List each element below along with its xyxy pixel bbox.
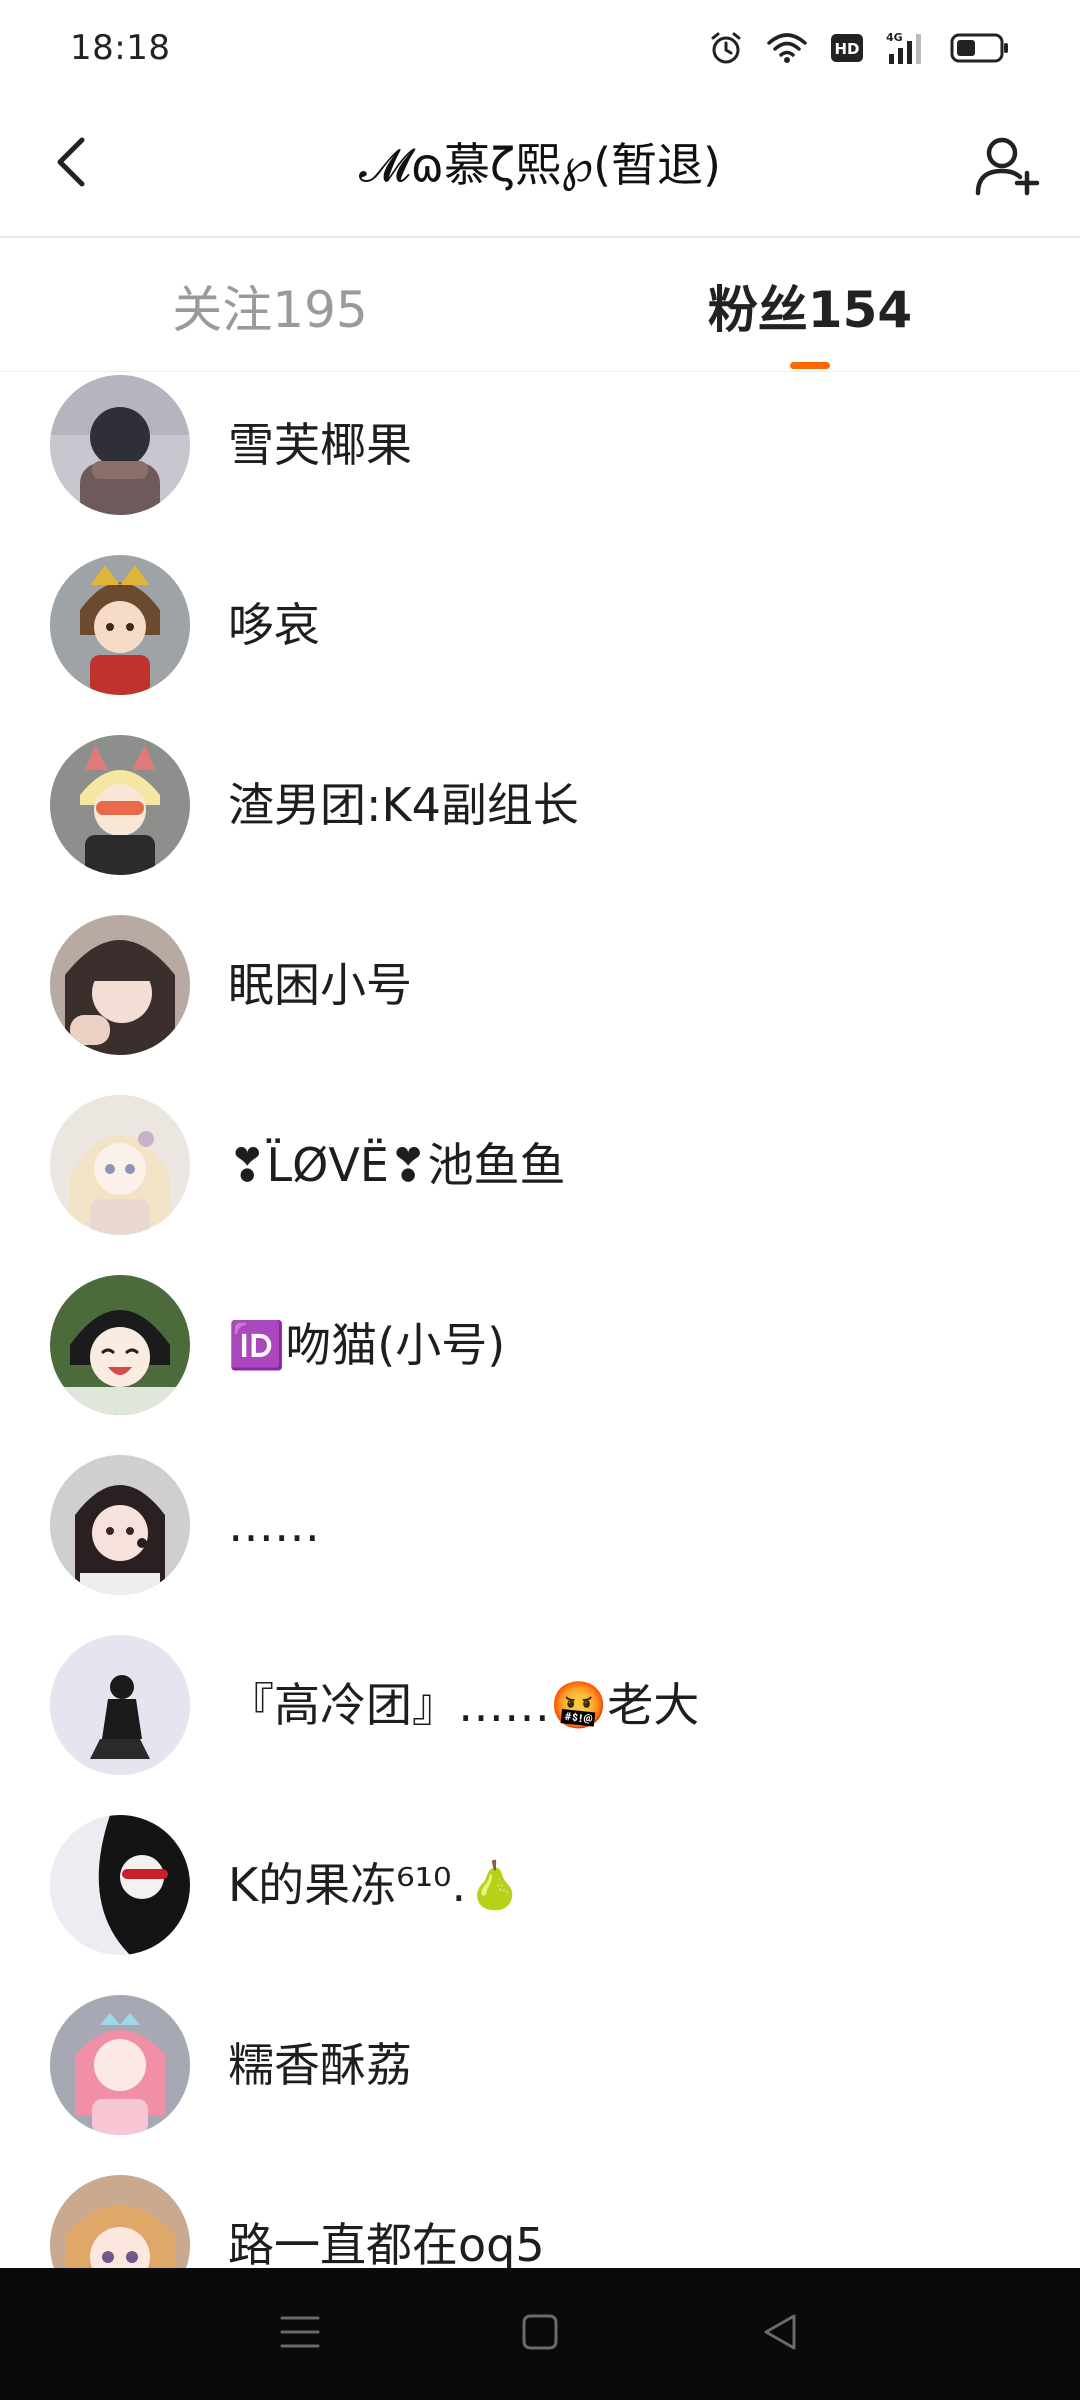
status-bar: 18:18 HD 4G (0, 0, 1080, 96)
user-name: 🆔吻猫(小号) (228, 1318, 506, 1372)
tab-followers[interactable]: 粉丝154 (540, 240, 1080, 372)
user-name: 『高冷团』……🤬老大 (228, 1678, 700, 1732)
user-name: 哆哀 (228, 598, 320, 652)
avatar[interactable] (50, 1815, 190, 1955)
avatar[interactable] (50, 2175, 190, 2268)
avatar[interactable] (50, 1455, 190, 1595)
system-nav-bar (0, 2268, 1080, 2400)
home-icon (520, 2312, 560, 2356)
active-tab-indicator (790, 362, 830, 369)
wifi-icon (766, 31, 808, 65)
chevron-left-icon (52, 134, 92, 194)
list-item[interactable]: K的果冻⁶¹⁰.🍐 (0, 1795, 1080, 1975)
tab-following[interactable]: 关注195 (0, 240, 540, 372)
list-item[interactable]: 雪芙椰果 (0, 373, 1080, 535)
list-item[interactable]: 渣男团:K4副组长 (0, 715, 1080, 895)
back-nav-button[interactable] (740, 2294, 820, 2374)
user-name: 糯香酥荔 (228, 2038, 412, 2092)
user-name: 雪芙椰果 (228, 418, 412, 472)
list-item[interactable]: 🆔吻猫(小号) (0, 1255, 1080, 1435)
title-bar: 𝓜ɷ慕ζ熙℘(暂退) (0, 96, 1080, 238)
menu-button[interactable] (260, 2294, 340, 2374)
menu-icon (280, 2314, 320, 2354)
list-item[interactable]: 路一直都在oq5 (0, 2155, 1080, 2268)
status-time: 18:18 (70, 28, 171, 68)
svg-text:4G: 4G (886, 31, 903, 44)
avatar[interactable] (50, 735, 190, 875)
user-name: 路一直都在oq5 (228, 2218, 545, 2268)
back-button[interactable] (40, 132, 104, 196)
hd-icon: HD (830, 33, 864, 63)
tabs: 关注195 粉丝154 (0, 240, 1080, 372)
avatar[interactable] (50, 1995, 190, 2135)
list-item[interactable]: 眠困小号 (0, 895, 1080, 1075)
followers-list[interactable]: 雪芙椰果 哆哀 渣男团:K4副组长 眠困小号 ❣L̈ØVË❣池鱼鱼 🆔吻猫(小号… (0, 373, 1080, 2268)
signal-4g-icon: 4G (886, 30, 928, 66)
list-item[interactable]: 『高冷团』……🤬老大 (0, 1615, 1080, 1795)
user-name: ❣L̈ØVË❣池鱼鱼 (228, 1138, 566, 1192)
avatar[interactable] (50, 1095, 190, 1235)
back-triangle-icon (760, 2312, 800, 2356)
avatar[interactable] (50, 375, 190, 515)
avatar[interactable] (50, 915, 190, 1055)
list-item[interactable]: …… (0, 1435, 1080, 1615)
avatar[interactable] (50, 555, 190, 695)
home-button[interactable] (500, 2294, 580, 2374)
user-name: …… (228, 1498, 320, 1552)
list-item[interactable]: 哆哀 (0, 535, 1080, 715)
page-title: 𝓜ɷ慕ζ熙℘(暂退) (359, 138, 721, 192)
add-user-icon (975, 135, 1041, 201)
list-item[interactable]: ❣L̈ØVË❣池鱼鱼 (0, 1075, 1080, 1255)
battery-icon (950, 32, 1010, 64)
status-icons: HD 4G (708, 30, 1010, 66)
avatar[interactable] (50, 1635, 190, 1775)
avatar[interactable] (50, 1275, 190, 1415)
user-name: 渣男团:K4副组长 (228, 778, 579, 832)
list-item[interactable]: 糯香酥荔 (0, 1975, 1080, 2155)
user-name: 眠困小号 (228, 958, 412, 1012)
add-user-button[interactable] (972, 132, 1044, 204)
user-name: K的果冻⁶¹⁰.🍐 (228, 1858, 524, 1912)
screen: 18:18 HD 4G 𝓜ɷ慕ζ熙℘(暂退) 关注195 粉丝154 雪芙椰果 … (0, 0, 1080, 2400)
svg-text:HD: HD (834, 40, 859, 58)
alarm-icon (708, 30, 744, 66)
